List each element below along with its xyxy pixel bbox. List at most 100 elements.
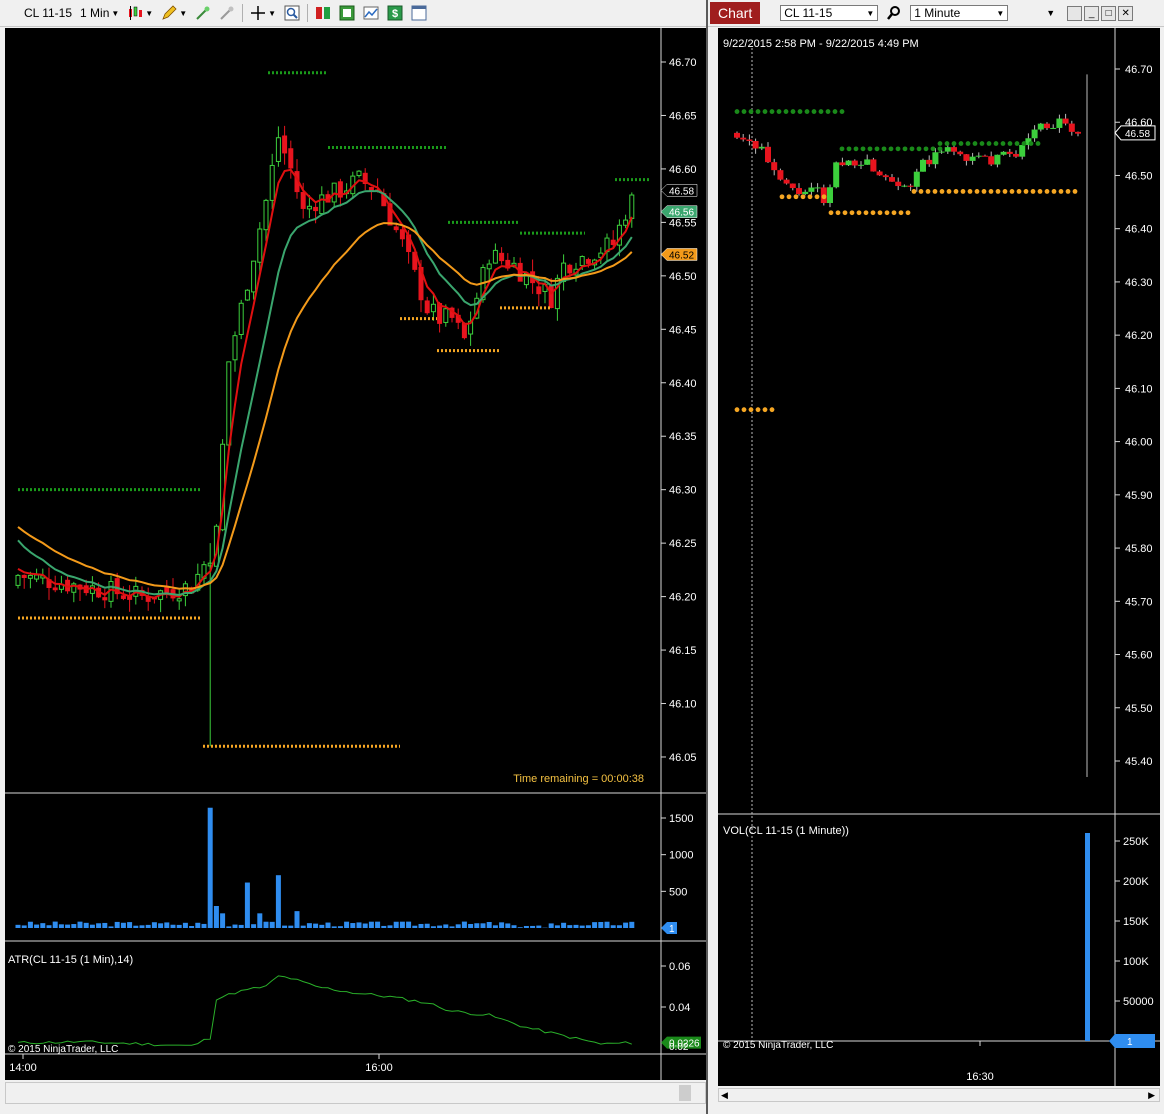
pivot-low-dot <box>946 189 952 194</box>
price-tick-label: 45.50 <box>1125 703 1153 715</box>
pivot-low-dot <box>981 189 987 194</box>
volume-title: VOL(CL 11-15 (1 Minute)) <box>723 825 849 837</box>
volume-bar <box>449 926 455 928</box>
pivot-high-dot <box>1014 141 1020 146</box>
candle-body <box>740 137 747 140</box>
volume-bar <box>176 924 182 928</box>
candle-body <box>536 286 542 295</box>
candle-body <box>319 194 325 215</box>
candle-body <box>796 188 802 195</box>
crosshair-button[interactable]: ▼ <box>246 3 280 23</box>
data-box-button[interactable] <box>335 3 359 23</box>
candle-body <box>486 263 492 270</box>
pivot-high-dot <box>860 146 866 152</box>
candle-body <box>814 187 821 189</box>
price-tick-label: 46.50 <box>669 271 697 283</box>
pivot-high-dot <box>1021 141 1027 146</box>
volume-tick-label: 50000 <box>1123 996 1154 1008</box>
window-icon <box>411 5 427 21</box>
link-button[interactable] <box>1067 5 1083 21</box>
indicators-button[interactable] <box>191 3 215 23</box>
pivot-low-dot <box>988 189 994 194</box>
maximize-button[interactable]: □ <box>1101 5 1117 21</box>
candle-body <box>882 175 889 178</box>
dollar-icon: $ <box>387 5 403 21</box>
volume-bar <box>418 923 424 928</box>
instrument-selector[interactable]: CL 11-15 <box>20 3 76 23</box>
chart-trader-icon <box>316 7 331 19</box>
volume-bar <box>629 921 635 928</box>
left-horizontal-scrollbar[interactable] <box>5 1082 706 1104</box>
window-divider <box>706 0 708 1114</box>
candle-body <box>988 156 995 165</box>
candle-body <box>1056 118 1063 128</box>
pivot-low-dot <box>918 189 924 194</box>
right-chart-area[interactable]: 9/22/2015 2:58 PM - 9/22/2015 4:49 PM 46.… <box>718 28 1160 1086</box>
volume-bar <box>331 926 337 928</box>
candle-body <box>275 137 281 162</box>
order-entry-button[interactable] <box>311 3 335 23</box>
price-tag: 46.58 <box>1125 129 1150 140</box>
minimize-button[interactable]: _ <box>1084 5 1100 21</box>
wand-disabled-icon <box>220 6 234 20</box>
right-horizontal-scrollbar[interactable]: ◀ ▶ <box>718 1088 1160 1102</box>
candle-body <box>944 147 951 152</box>
chart-style-button[interactable]: ▼ <box>123 3 157 23</box>
volume-bar <box>399 921 405 928</box>
window-button[interactable] <box>407 3 431 23</box>
square-icon <box>1073 8 1076 19</box>
close-button[interactable]: ✕ <box>1118 5 1134 21</box>
volume-bar <box>356 922 362 928</box>
candle-body <box>758 146 765 149</box>
volume-bar <box>244 882 250 928</box>
atr-tick-label: 0.04 <box>669 1002 690 1014</box>
candle-body <box>21 574 27 578</box>
volume-tick-label: 150K <box>1123 916 1149 928</box>
pivot-low-dot <box>953 189 959 194</box>
candle-body <box>1044 123 1050 129</box>
price-tick-label: 46.40 <box>669 378 697 390</box>
pivot-high-dot <box>944 141 950 146</box>
candle-body <box>443 308 449 323</box>
price-tick-label: 46.10 <box>1125 383 1153 395</box>
volume-bar <box>573 924 579 928</box>
left-chart-svg[interactable]: 46.70 46.65 46.60 46.55 46.50 46.45 46.40 46.35… <box>5 28 706 1080</box>
pencil-icon <box>162 5 177 20</box>
scrollbar-thumb[interactable] <box>679 1085 691 1101</box>
chart-label[interactable]: Chart <box>710 2 761 24</box>
volume-bar <box>275 875 281 928</box>
pivot-low-dot <box>1023 189 1029 194</box>
scroll-right-arrow[interactable]: ▶ <box>1148 1090 1155 1101</box>
interval-dropdown[interactable]: 1 Minute ▼ <box>910 5 1009 21</box>
interval-selector[interactable]: 1 Min ▼ <box>76 3 123 23</box>
options-dropdown-button[interactable]: ▼ <box>1046 8 1055 18</box>
volume-bar <box>375 921 381 928</box>
search-button[interactable] <box>886 5 902 21</box>
candle-body <box>1000 151 1007 155</box>
performance-button[interactable]: $ <box>383 3 407 23</box>
price-tick-label: 46.15 <box>669 645 697 657</box>
volume-tick-label: 1500 <box>669 813 693 825</box>
scroll-left-arrow[interactable]: ◀ <box>721 1090 728 1101</box>
right-chart-svg[interactable]: 9/22/2015 2:58 PM - 9/22/2015 4:49 PM 46.… <box>718 28 1160 1086</box>
pivot-low-dot <box>835 210 841 216</box>
volume-bar <box>158 923 164 928</box>
volume-bar <box>201 923 207 928</box>
atr-tick-label: 0.06 <box>669 961 690 973</box>
volume-tick-label: 1000 <box>669 850 693 862</box>
pivot-high-dot <box>986 141 992 146</box>
strategies-button[interactable] <box>215 3 239 23</box>
candle-body <box>839 162 846 166</box>
search-icon <box>887 6 901 20</box>
volume-bar <box>517 927 523 928</box>
instrument-dropdown[interactable]: CL 11-15 ▼ <box>780 5 879 21</box>
candle-body <box>461 322 467 339</box>
pivot-low-dot <box>932 189 938 194</box>
properties-button[interactable] <box>359 3 383 23</box>
drawing-tool-button[interactable]: ▼ <box>157 3 191 23</box>
zoom-button[interactable] <box>280 3 304 23</box>
pivot-low-dot <box>828 210 834 216</box>
candle-body <box>957 151 964 155</box>
volume-bar <box>89 924 95 928</box>
left-chart-area[interactable]: 46.70 46.65 46.60 46.55 46.50 46.45 46.40 46.35… <box>5 28 706 1080</box>
